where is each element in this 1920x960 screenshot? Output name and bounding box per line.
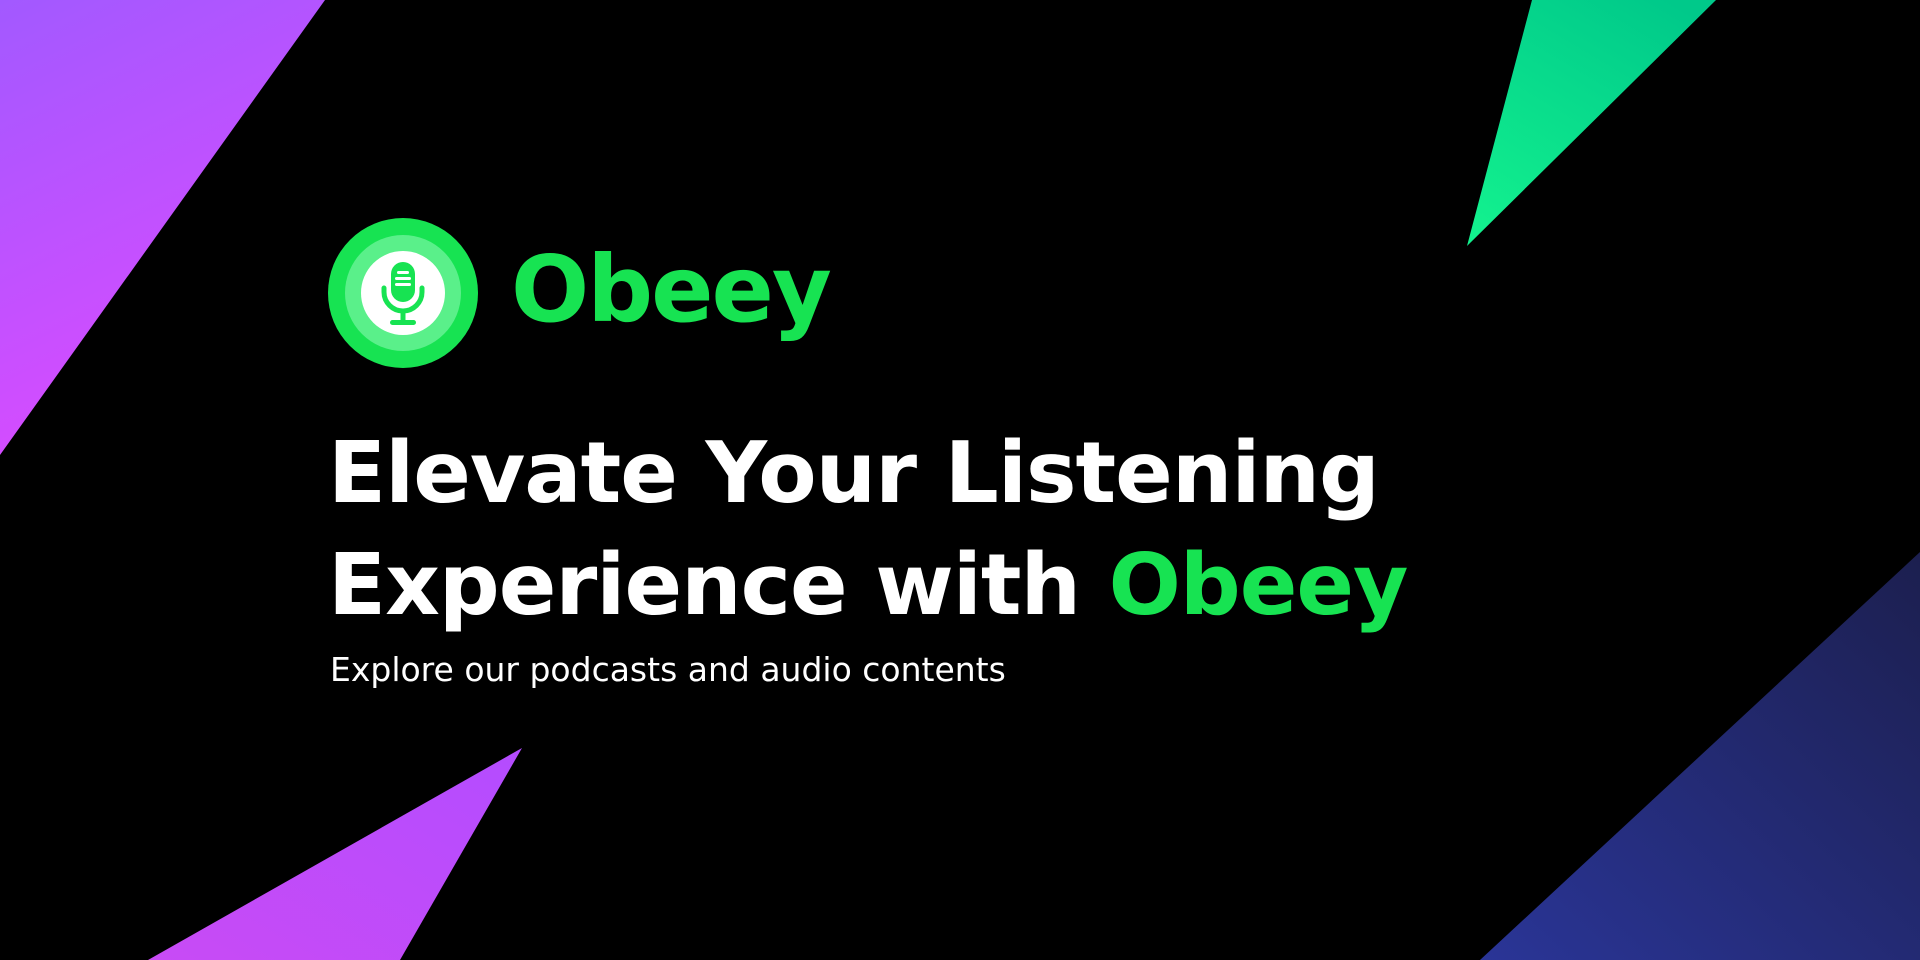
navy-shape-bottom-right xyxy=(1480,552,1920,960)
green-shape-top-right xyxy=(1467,0,1716,246)
hero-banner: Obeey Elevate Your Listening Experience w… xyxy=(0,0,1920,960)
purple-shape-bottom-left xyxy=(148,748,522,960)
purple-corner-shape-top-left xyxy=(0,0,325,455)
brand-name: Obeey xyxy=(511,236,832,343)
headline-line-1: Elevate Your Listening xyxy=(328,424,1380,523)
microphone-icon xyxy=(328,218,478,368)
page-title: Elevate Your Listening Experience with Ob… xyxy=(328,418,1409,642)
headline-brand-accent: Obeey xyxy=(1108,536,1409,635)
brand-logo: Obeey xyxy=(328,218,832,368)
subtitle: Explore our podcasts and audio contents xyxy=(330,650,1006,689)
headline-line-2-prefix: Experience with xyxy=(328,536,1109,635)
